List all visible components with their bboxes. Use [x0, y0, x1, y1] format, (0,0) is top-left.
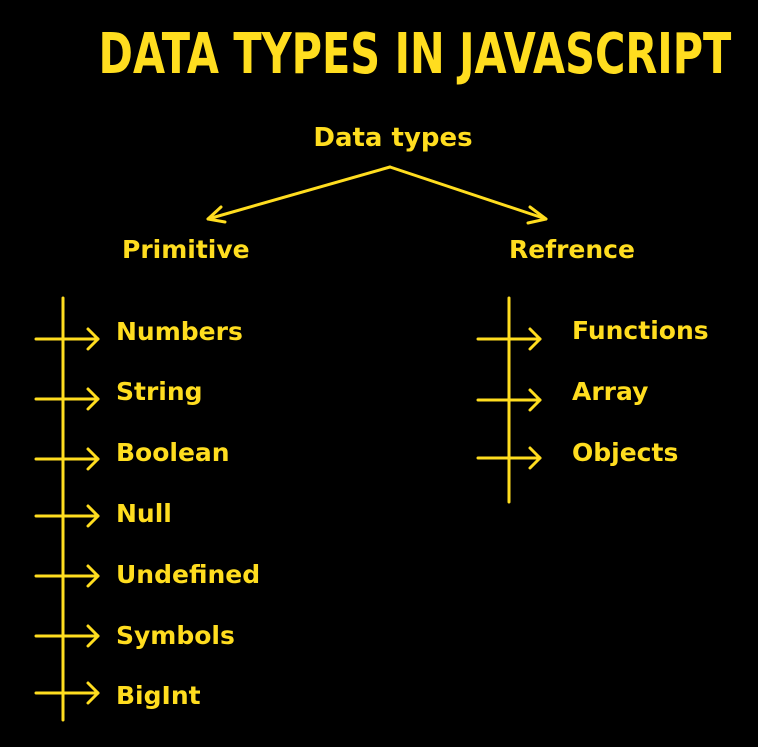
item-arrow — [34, 447, 100, 471]
primitive-item: Numbers — [116, 317, 243, 346]
root-node-label: Data types — [313, 123, 473, 153]
primitive-item: BigInt — [116, 681, 201, 710]
connector-lines — [34, 165, 548, 722]
reference-item: Array — [572, 377, 649, 406]
item-arrow — [34, 624, 100, 648]
diagram-canvas: DATA TYPES IN JAVASCRIPT Data types Prim… — [0, 0, 758, 747]
item-arrow — [34, 327, 100, 351]
reference-branch-label: Refrence — [509, 235, 635, 264]
primitive-item: Undefined — [116, 560, 261, 589]
primitive-item: Null — [116, 499, 172, 528]
reference-item: Objects — [572, 438, 679, 467]
item-arrow — [34, 387, 100, 411]
root-right-branch-line — [388, 165, 548, 221]
primitive-branch-label: Primitive — [122, 235, 250, 264]
item-arrow — [34, 504, 100, 528]
primitive-item: Boolean — [116, 438, 230, 467]
root-left-branch-line — [206, 165, 392, 221]
primitive-item: String — [116, 377, 203, 406]
reference-item: Functions — [572, 316, 709, 345]
primitive-item-arrows — [34, 327, 100, 705]
item-arrow — [34, 681, 100, 705]
item-arrow — [34, 564, 100, 588]
primitive-item: Symbols — [116, 621, 235, 650]
